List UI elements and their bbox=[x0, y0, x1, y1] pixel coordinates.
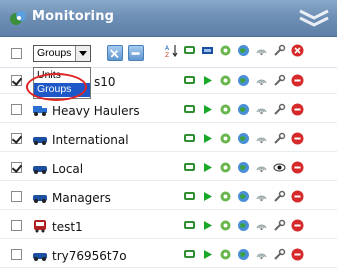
wrench-icon[interactable] bbox=[273, 248, 286, 261]
row-label: Managers bbox=[52, 191, 111, 205]
wrench-icon[interactable] bbox=[273, 219, 286, 232]
delete-icon[interactable] bbox=[291, 74, 304, 87]
row-checkbox[interactable] bbox=[11, 104, 22, 115]
monitor-icon[interactable] bbox=[183, 161, 196, 174]
monitor-icon[interactable] bbox=[183, 219, 196, 232]
list-item[interactable]: Managers bbox=[0, 185, 337, 210]
play-icon[interactable] bbox=[201, 74, 214, 87]
wrench-icon[interactable] bbox=[273, 103, 286, 116]
wrench-icon[interactable] bbox=[273, 44, 286, 57]
row-checkbox[interactable] bbox=[11, 249, 22, 260]
row-checkbox[interactable] bbox=[11, 220, 22, 231]
row-label: test1 bbox=[52, 220, 83, 234]
car-icon bbox=[33, 195, 47, 203]
row-label: International bbox=[52, 133, 129, 147]
row-label: s10 bbox=[94, 75, 116, 89]
chevron-down-icon[interactable] bbox=[75, 46, 90, 61]
svg-text:A: A bbox=[165, 45, 170, 52]
collapse-icon[interactable] bbox=[297, 6, 331, 30]
delete-icon[interactable] bbox=[291, 132, 304, 145]
globe-icon[interactable] bbox=[237, 44, 250, 57]
play-icon[interactable] bbox=[201, 248, 214, 261]
monitor-icon[interactable] bbox=[183, 44, 196, 57]
globe-icon[interactable] bbox=[237, 132, 250, 145]
list-item[interactable]: Heavy Haulers bbox=[0, 98, 337, 123]
delete-icon[interactable] bbox=[291, 219, 304, 232]
truck-icon bbox=[33, 106, 47, 116]
add-to-view-button[interactable] bbox=[107, 45, 123, 61]
globe-icon[interactable] bbox=[237, 74, 250, 87]
eye-icon[interactable] bbox=[273, 161, 286, 174]
settings-icon[interactable] bbox=[219, 103, 232, 116]
remove-from-view-button[interactable] bbox=[128, 45, 144, 61]
signal-icon[interactable] bbox=[255, 103, 268, 116]
play-icon[interactable] bbox=[201, 190, 214, 203]
monitor-icon[interactable] bbox=[183, 190, 196, 203]
car-icon bbox=[33, 137, 47, 145]
row-checkbox[interactable] bbox=[11, 191, 22, 202]
list-item[interactable]: test1 bbox=[0, 214, 337, 239]
panel-title: Monitoring bbox=[32, 9, 115, 24]
list-item[interactable]: Local bbox=[0, 156, 337, 181]
globe-icon[interactable] bbox=[237, 219, 250, 232]
signal-icon[interactable] bbox=[255, 190, 268, 203]
settings-icon[interactable] bbox=[219, 219, 232, 232]
monitor-icon[interactable] bbox=[183, 248, 196, 261]
delete-icon[interactable] bbox=[291, 161, 304, 174]
signal-icon[interactable] bbox=[255, 132, 268, 145]
signal-icon[interactable] bbox=[255, 161, 268, 174]
row-checkbox[interactable] bbox=[11, 133, 22, 144]
play-icon[interactable] bbox=[201, 219, 214, 232]
car-icon bbox=[33, 253, 47, 261]
car-icon bbox=[33, 166, 47, 174]
wrench-icon[interactable] bbox=[273, 74, 286, 87]
signal-icon[interactable] bbox=[255, 248, 268, 261]
globe-icon[interactable] bbox=[237, 190, 250, 203]
list-item[interactable]: try76956t7o bbox=[0, 243, 337, 268]
monitor-icon[interactable] bbox=[183, 132, 196, 145]
monitor-icon[interactable] bbox=[183, 103, 196, 116]
panel-header: Monitoring bbox=[0, 0, 337, 37]
settings-icon[interactable] bbox=[219, 74, 232, 87]
globe-icon[interactable] bbox=[237, 248, 250, 261]
monitoring-panel: Monitoring Groups A Z Units Groups s10 H… bbox=[0, 0, 337, 268]
row-checkbox[interactable] bbox=[11, 75, 22, 86]
bus-icon bbox=[34, 220, 46, 233]
row-label: Local bbox=[52, 162, 84, 176]
play-icon[interactable] bbox=[201, 161, 214, 174]
delete-icon[interactable] bbox=[291, 44, 304, 57]
settings-icon[interactable] bbox=[219, 190, 232, 203]
settings-icon[interactable] bbox=[219, 44, 232, 57]
group-mode-value: Groups bbox=[37, 47, 72, 59]
delete-icon[interactable] bbox=[291, 248, 304, 261]
row-checkbox[interactable] bbox=[11, 162, 22, 173]
sort-az-icon[interactable]: A Z bbox=[165, 44, 178, 57]
svg-text:Z: Z bbox=[165, 52, 169, 57]
globe-icon[interactable] bbox=[237, 103, 250, 116]
highlight-annotation bbox=[26, 73, 87, 101]
settings-icon[interactable] bbox=[219, 161, 232, 174]
signal-icon[interactable] bbox=[255, 44, 268, 57]
delete-icon[interactable] bbox=[291, 103, 304, 116]
signal-icon[interactable] bbox=[255, 74, 268, 87]
group-mode-select[interactable]: Groups bbox=[33, 45, 91, 62]
settings-icon[interactable] bbox=[219, 248, 232, 261]
signal-icon[interactable] bbox=[255, 219, 268, 232]
select-all-checkbox[interactable] bbox=[11, 48, 22, 59]
monitoring-logo-icon bbox=[10, 11, 26, 25]
play-icon[interactable] bbox=[201, 103, 214, 116]
settings-icon[interactable] bbox=[219, 132, 232, 145]
list-item[interactable]: International bbox=[0, 127, 337, 152]
wrench-icon[interactable] bbox=[273, 132, 286, 145]
monitor-icon[interactable] bbox=[183, 74, 196, 87]
delete-icon[interactable] bbox=[291, 190, 304, 203]
route-icon[interactable] bbox=[201, 44, 214, 57]
row-label: try76956t7o bbox=[52, 249, 127, 263]
wrench-icon[interactable] bbox=[273, 190, 286, 203]
row-label: Heavy Haulers bbox=[52, 104, 140, 118]
globe-icon[interactable] bbox=[237, 161, 250, 174]
play-icon[interactable] bbox=[201, 132, 214, 145]
